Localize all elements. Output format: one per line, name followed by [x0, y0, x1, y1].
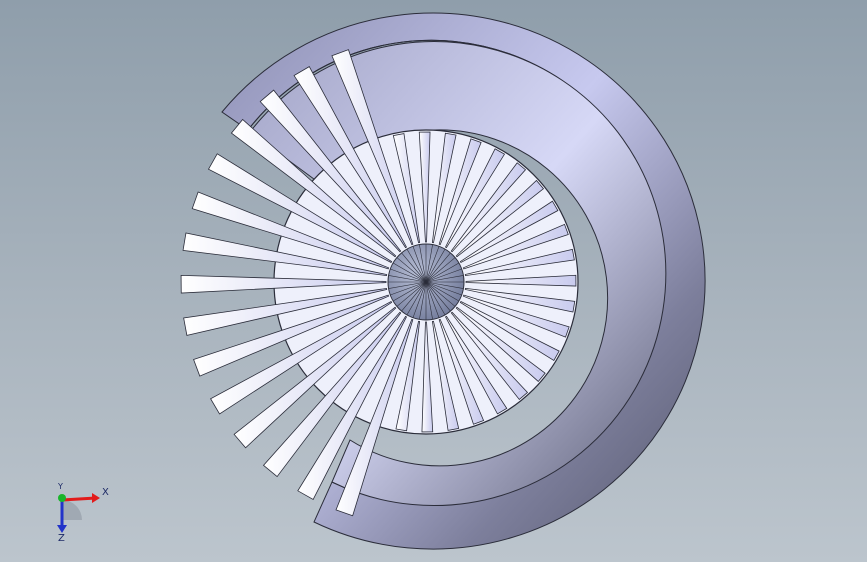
triad-shadow-icon	[62, 500, 82, 520]
x-axis-label: X	[102, 487, 109, 498]
coordinate-triad: X Y Z	[40, 478, 120, 548]
z-axis-arrowhead-icon	[57, 525, 67, 533]
x-axis-arrowhead-icon	[92, 493, 100, 503]
z-axis-label: Z	[58, 533, 65, 544]
y-axis-dot-icon	[58, 494, 66, 502]
x-axis-arrow	[61, 496, 97, 502]
impeller-model[interactable]	[0, 0, 867, 562]
graphics-viewport[interactable]: X Y Z	[0, 0, 867, 562]
y-axis-label: Y	[58, 482, 63, 491]
